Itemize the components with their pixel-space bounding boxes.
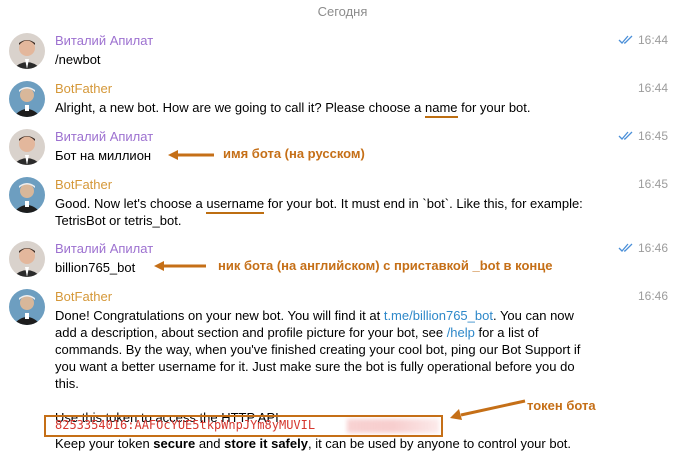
text-part: commands. By the way, when you've finish… xyxy=(55,342,581,357)
sender-name[interactable]: BotFather xyxy=(55,289,112,304)
double-check-icon xyxy=(618,35,633,44)
annotation-bot-name: имя бота (на русском) xyxy=(223,146,365,161)
sender-name[interactable]: Виталий Апилат xyxy=(55,33,153,48)
botfather-avatar[interactable] xyxy=(9,289,45,325)
message-botfather-username-prompt[interactable]: BotFather Good. Now let's choose a usern… xyxy=(0,177,685,229)
double-check-icon xyxy=(618,131,633,140)
bold-text: store it safely xyxy=(224,436,308,451)
text-part: and xyxy=(195,436,225,451)
bold-text: secure xyxy=(153,436,196,451)
text-part: add a description, about section and pro… xyxy=(55,325,447,340)
message-time: 16:46 xyxy=(637,241,668,255)
message-time: 16:45 xyxy=(637,129,668,143)
text-part: Alright, a new bot. How are we going to … xyxy=(55,100,425,115)
sender-name[interactable]: BotFather xyxy=(55,81,112,96)
text-part: for a list of xyxy=(474,325,539,340)
message-meta: 16:45 xyxy=(638,177,668,191)
bot-link[interactable]: t.me/billion765_bot xyxy=(384,308,493,323)
sender-name[interactable]: Виталий Апилат xyxy=(55,241,153,256)
text-part: you want a better username for it. Just … xyxy=(55,359,575,374)
message-meta: 16:46 xyxy=(638,289,668,303)
date-separator: Сегодня xyxy=(317,4,368,19)
annotation-bot-nick: ник бота (на английском) с приставкой _b… xyxy=(218,258,553,273)
arrow-down-left-icon xyxy=(450,399,526,420)
message-time: 16:44 xyxy=(637,81,668,95)
message-meta: 16:44 xyxy=(618,33,668,47)
text-part: . You can now xyxy=(492,308,574,323)
annotation-bot-token: токен бота xyxy=(527,398,596,413)
message-time: 16:46 xyxy=(637,289,668,303)
double-check-icon xyxy=(618,243,633,252)
message-user-newbot[interactable]: Виталий Апилат /newbot 16:44 xyxy=(0,33,685,69)
text-part: for your bot. It must end in `bot`. Like… xyxy=(264,196,583,211)
token-highlight-box xyxy=(44,415,443,437)
message-botfather-name-prompt[interactable]: BotFather Alright, a new bot. How are we… xyxy=(0,81,685,118)
message-meta: 16:46 xyxy=(618,241,668,255)
underlined-word: username xyxy=(206,196,265,214)
botfather-avatar[interactable] xyxy=(9,81,45,117)
message-text-last-line: Keep your token secure and store it safe… xyxy=(55,435,615,452)
text-part: Done! Congratulations on your new bot. Y… xyxy=(55,308,384,323)
text-part: Keep your token xyxy=(55,436,154,451)
message-text: Good. Now let's choose a username for yo… xyxy=(55,195,615,229)
message-time: 16:45 xyxy=(637,177,668,191)
text-part: , it can be used by anyone to control yo… xyxy=(307,436,572,451)
message-meta: 16:45 xyxy=(618,129,668,143)
user-avatar[interactable] xyxy=(9,129,45,165)
text-part: for your bot. xyxy=(457,100,531,115)
help-command-link[interactable]: /help xyxy=(447,325,475,340)
text-part: this. xyxy=(55,376,79,391)
text-part: TetrisBot or tetris_bot. xyxy=(55,213,182,228)
message-meta: 16:44 xyxy=(638,81,668,95)
message-text: /newbot xyxy=(55,52,101,67)
botfather-avatar[interactable] xyxy=(9,177,45,213)
message-text: Alright, a new bot. How are we going to … xyxy=(55,99,615,118)
text-part: Good. Now let's choose a xyxy=(55,196,207,211)
underlined-word: name xyxy=(425,100,458,118)
sender-name[interactable]: BotFather xyxy=(55,177,112,192)
user-avatar[interactable] xyxy=(9,241,45,277)
message-time: 16:44 xyxy=(637,33,668,47)
arrow-left-icon xyxy=(154,261,206,271)
sender-name[interactable]: Виталий Апилат xyxy=(55,129,153,144)
user-avatar[interactable] xyxy=(9,33,45,69)
arrow-left-icon xyxy=(168,150,214,160)
